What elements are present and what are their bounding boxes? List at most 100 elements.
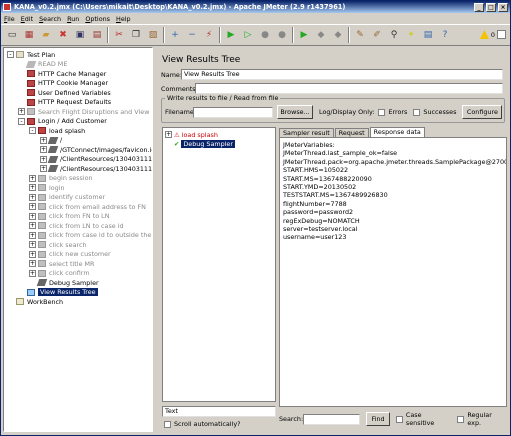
expand-toggle[interactable]: + bbox=[29, 203, 36, 210]
tree-node[interactable]: READ ME bbox=[18, 60, 67, 69]
toggle-icon[interactable]: ⚡ bbox=[202, 28, 216, 42]
paste-icon[interactable]: ▧ bbox=[146, 28, 160, 42]
close-button[interactable]: × bbox=[498, 2, 508, 12]
expand-toggle[interactable]: + bbox=[40, 165, 47, 172]
tree-node[interactable]: + login bbox=[29, 183, 65, 192]
tree-node[interactable]: + /ClientResources/1304031113/1/ bbox=[40, 164, 152, 173]
tree-node[interactable]: + begin session bbox=[29, 174, 93, 183]
tree-node[interactable]: - Login / Add Customer bbox=[18, 117, 107, 126]
clear-icon[interactable]: ✎ bbox=[353, 28, 367, 42]
expand-toggle[interactable]: + bbox=[29, 260, 36, 267]
tree-node[interactable]: HTTP Cookie Manager bbox=[18, 79, 108, 88]
tree-node[interactable]: User Defined Variables bbox=[18, 88, 111, 97]
cut-icon[interactable]: ✂ bbox=[112, 28, 126, 42]
tab-sampler-result[interactable]: Sampler result bbox=[279, 128, 334, 137]
expand-toggle[interactable]: + bbox=[40, 136, 47, 144]
tree-node[interactable]: + click search bbox=[29, 240, 87, 249]
warning-icon[interactable] bbox=[479, 30, 489, 39]
tree-node[interactable]: + click from FN to LN bbox=[29, 212, 110, 221]
clear-all-icon[interactable]: ✐ bbox=[370, 28, 384, 42]
menu-options[interactable]: Options bbox=[85, 15, 110, 23]
collapse-icon[interactable]: − bbox=[185, 28, 199, 42]
expand-icon[interactable]: + bbox=[168, 28, 182, 42]
tree-node[interactable]: + /ClientResources/1304031113/1/ bbox=[40, 155, 152, 164]
response-data-text[interactable]: JMeterVariables: JMeterThread.last_sample… bbox=[279, 137, 507, 407]
tree-node[interactable]: + /GTConnect/images/favicon.ico bbox=[40, 145, 152, 154]
remote-start-icon[interactable]: ▶ bbox=[297, 28, 311, 42]
comments-field[interactable] bbox=[195, 83, 503, 94]
templates-icon[interactable]: ▦ bbox=[22, 28, 36, 42]
shutdown-icon[interactable]: ● bbox=[275, 28, 289, 42]
tree-node[interactable]: HTTP Cache Manager bbox=[18, 69, 106, 78]
expand-toggle[interactable]: - bbox=[18, 117, 25, 125]
result-debug-sampler[interactable]: ✔ Debug Sampler bbox=[174, 139, 235, 148]
renderer-select[interactable]: Text bbox=[162, 406, 276, 417]
menu-file[interactable]: File bbox=[4, 15, 15, 23]
stop-icon[interactable]: ● bbox=[258, 28, 272, 42]
expand-toggle[interactable]: + bbox=[40, 155, 47, 163]
tab-request[interactable]: Request bbox=[334, 128, 369, 137]
help-icon[interactable]: ? bbox=[438, 28, 452, 42]
expand-toggle[interactable]: + bbox=[29, 269, 36, 277]
tree-node[interactable]: + select title MR bbox=[29, 259, 95, 268]
tree-node[interactable]: WorkBench bbox=[7, 297, 63, 306]
menu-edit[interactable]: Edit bbox=[21, 15, 33, 23]
result-load-splash[interactable]: + ⚠ load splash bbox=[165, 130, 218, 139]
expand-toggle[interactable]: + bbox=[29, 193, 36, 201]
new-icon[interactable]: ▭ bbox=[5, 28, 19, 42]
start-icon[interactable]: ▶ bbox=[224, 28, 238, 42]
search-icon[interactable]: ⚲ bbox=[387, 28, 401, 42]
tree-node[interactable]: + click from email address to FN bbox=[29, 202, 146, 211]
find-button[interactable]: Find bbox=[366, 412, 390, 426]
expand-toggle[interactable]: + bbox=[29, 250, 36, 258]
expand-toggle[interactable]: + bbox=[29, 222, 36, 229]
tree-node[interactable]: + click from LN to case id bbox=[29, 221, 124, 230]
tree-node[interactable]: + / bbox=[40, 136, 62, 145]
expand-toggle[interactable]: - bbox=[29, 127, 36, 134]
scroll-checkbox[interactable] bbox=[164, 420, 171, 428]
menu-run[interactable]: Run bbox=[67, 15, 79, 23]
regex-checkbox[interactable] bbox=[457, 415, 465, 423]
expand-toggle[interactable]: + bbox=[29, 231, 36, 239]
save-icon[interactable]: ▣ bbox=[73, 28, 87, 42]
menu-search[interactable]: Search bbox=[39, 15, 61, 23]
remote-stop-icon[interactable]: ◆ bbox=[314, 28, 328, 42]
case-sensitive-checkbox[interactable] bbox=[395, 415, 403, 423]
copy-icon[interactable]: ❐ bbox=[129, 28, 143, 42]
save-as-icon[interactable]: ▤ bbox=[90, 28, 104, 42]
expand-toggle[interactable]: - bbox=[7, 51, 14, 58]
open-icon[interactable]: ▰ bbox=[39, 28, 53, 42]
start-no-pause-icon[interactable]: ▷ bbox=[241, 28, 255, 42]
test-plan-tree[interactable]: - Test Plan READ ME HTTP Cache Manager HTTP … bbox=[3, 47, 153, 432]
configure-button[interactable]: Configure bbox=[462, 105, 503, 119]
tree-node[interactable]: - Test Plan bbox=[7, 50, 55, 59]
tree-node[interactable]: + Search Flight Disruptions and View bbox=[18, 107, 149, 116]
expand-toggle[interactable]: + bbox=[18, 108, 25, 115]
function-helper-icon[interactable]: ▤ bbox=[421, 28, 435, 42]
search-input[interactable] bbox=[303, 413, 361, 425]
expand-toggle[interactable]: + bbox=[29, 241, 36, 248]
successes-checkbox[interactable] bbox=[413, 108, 421, 116]
expand-toggle[interactable]: + bbox=[29, 212, 36, 220]
expand-toggle[interactable]: + bbox=[29, 184, 36, 191]
tab-response-data[interactable]: Response data bbox=[369, 127, 425, 137]
errors-checkbox[interactable] bbox=[378, 108, 386, 116]
menu-help[interactable]: Help bbox=[116, 15, 131, 23]
tree-node[interactable]: + click new customer bbox=[29, 250, 111, 259]
tree-node[interactable]: View Results Tree bbox=[18, 288, 98, 297]
tree-node[interactable]: + click confirm bbox=[29, 269, 90, 278]
expand-toggle[interactable]: + bbox=[40, 146, 47, 153]
expand-toggle[interactable]: + bbox=[165, 131, 172, 138]
tree-node[interactable]: Debug Sampler bbox=[29, 278, 99, 287]
reset-search-icon[interactable]: ✦ bbox=[404, 28, 418, 42]
expand-toggle[interactable]: + bbox=[29, 174, 36, 182]
close-file-icon[interactable]: ✖ bbox=[56, 28, 70, 42]
maximize-button[interactable]: □ bbox=[486, 2, 496, 12]
results-tree[interactable]: + ⚠ load splash ✔ Debug Sampler bbox=[162, 127, 276, 402]
remote-shutdown-icon[interactable]: ◆ bbox=[331, 28, 345, 42]
tree-node[interactable]: + identify customer bbox=[29, 193, 105, 202]
tree-node[interactable]: HTTP Request Defaults bbox=[18, 98, 111, 107]
minimize-button[interactable]: _ bbox=[474, 2, 484, 12]
filename-field[interactable] bbox=[193, 106, 273, 118]
name-field[interactable]: View Results Tree bbox=[181, 69, 503, 80]
